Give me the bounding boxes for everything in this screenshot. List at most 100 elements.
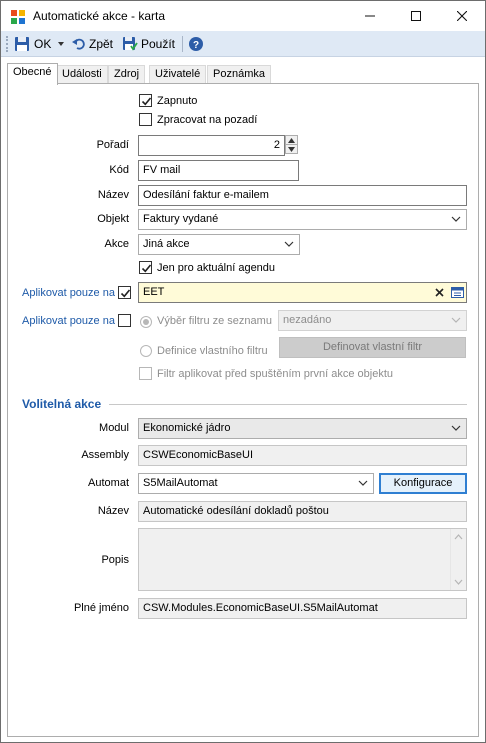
apply-only-filter-value: EET bbox=[143, 286, 165, 298]
apply-label: Použít bbox=[141, 37, 176, 51]
tab-uzivatele[interactable]: Uživatelé bbox=[149, 65, 207, 84]
checkmark-icon bbox=[120, 289, 131, 298]
description-label: Popis bbox=[101, 554, 129, 566]
chevron-down-icon bbox=[358, 480, 368, 486]
dropdown-arrow-icon[interactable] bbox=[57, 40, 65, 48]
minimize-icon bbox=[365, 15, 375, 17]
code-input[interactable]: FV mail bbox=[138, 160, 299, 181]
order-spinner[interactable] bbox=[285, 135, 298, 156]
automat-label: Automat bbox=[88, 477, 129, 489]
svg-text:?: ? bbox=[193, 40, 199, 51]
filter-list-label: Výběr filtru ze seznamu bbox=[157, 315, 272, 327]
chevron-down-icon bbox=[451, 425, 461, 431]
close-button[interactable] bbox=[439, 1, 485, 31]
minimize-button[interactable] bbox=[347, 1, 393, 31]
filter-before-checkbox[interactable] bbox=[139, 367, 152, 380]
name-input[interactable]: Odesílání faktur e-mailem bbox=[138, 185, 467, 206]
description-memo[interactable] bbox=[138, 528, 467, 591]
action-value: Jiná akce bbox=[143, 238, 190, 250]
save-icon bbox=[15, 37, 29, 51]
chevron-down-icon bbox=[451, 216, 461, 222]
section-divider bbox=[109, 404, 467, 405]
object-combo[interactable]: Faktury vydané bbox=[138, 209, 467, 230]
checkmark-icon bbox=[141, 97, 152, 106]
select-filter-button[interactable] bbox=[449, 284, 465, 300]
agenda-label: Jen pro aktuální agendu bbox=[157, 262, 276, 274]
custom-filter-label: Definice vlastního filtru bbox=[157, 345, 268, 357]
back-label: Zpět bbox=[89, 37, 114, 51]
module-combo[interactable]: Ekonomické jádro bbox=[138, 418, 467, 439]
close-icon bbox=[457, 11, 467, 21]
toolbar: OK Zpět Použít ? bbox=[1, 31, 485, 57]
filter-list-combo[interactable]: nezadáno bbox=[278, 310, 467, 331]
spin-up-icon bbox=[288, 137, 295, 143]
background-label: Zpracovat na pozadí bbox=[157, 114, 258, 126]
module-label: Modul bbox=[99, 422, 129, 434]
clear-icon bbox=[434, 287, 444, 297]
tab-zdroj[interactable]: Zdroj bbox=[108, 65, 146, 84]
fullname-field: CSW.Modules.EconomicBaseUI.S5MailAutomat bbox=[138, 598, 467, 619]
action-combo[interactable]: Jiná akce bbox=[138, 234, 300, 255]
app-icon bbox=[11, 10, 25, 24]
configuration-button[interactable]: Konfigurace bbox=[379, 473, 467, 494]
object-value: Faktury vydané bbox=[143, 213, 219, 225]
object-label: Objekt bbox=[97, 213, 129, 225]
order-input[interactable]: 2 bbox=[138, 135, 285, 156]
define-custom-filter-button[interactable]: Definovat vlastní filtr bbox=[279, 337, 466, 358]
agenda-checkbox[interactable] bbox=[139, 261, 152, 274]
back-button[interactable]: Zpět bbox=[72, 35, 113, 53]
assembly-field: CSWEconomicBaseUI bbox=[138, 445, 467, 466]
scroll-down-icon[interactable] bbox=[454, 579, 463, 585]
apply-button[interactable]: Použít bbox=[122, 35, 175, 53]
enabled-label: Zapnuto bbox=[157, 95, 198, 107]
maximize-icon bbox=[411, 11, 421, 21]
tab-udalosti[interactable]: Události bbox=[56, 65, 108, 84]
description-scrollbar[interactable] bbox=[450, 529, 466, 590]
filter-before-label: Filtr aplikovat před spuštěním první akc… bbox=[157, 368, 394, 380]
title-bar: Automatické akce - karta bbox=[1, 1, 485, 31]
help-button[interactable]: ? bbox=[188, 35, 204, 53]
enabled-checkbox[interactable] bbox=[139, 94, 152, 107]
help-icon: ? bbox=[189, 37, 203, 51]
apply-only-link-1[interactable]: Aplikovat pouze na bbox=[22, 287, 115, 299]
ok-label: OK bbox=[34, 37, 52, 51]
module-value: Ekonomické jádro bbox=[143, 422, 231, 434]
spin-down-button[interactable] bbox=[285, 144, 298, 154]
fullname-label: Plné jméno bbox=[73, 602, 129, 614]
code-label: Kód bbox=[109, 164, 129, 176]
ok-button[interactable]: OK bbox=[14, 35, 65, 53]
clear-filter-button[interactable] bbox=[431, 284, 447, 300]
radio-dot bbox=[143, 319, 149, 325]
automat-value: S5MailAutomat bbox=[143, 477, 218, 489]
apply-only-link-2[interactable]: Aplikovat pouze na bbox=[22, 315, 115, 327]
filter-list-value: nezadáno bbox=[283, 314, 332, 326]
spin-down-icon bbox=[288, 146, 295, 152]
background-checkbox[interactable] bbox=[139, 113, 152, 126]
name-label: Název bbox=[97, 189, 129, 201]
action-label: Akce bbox=[104, 238, 129, 250]
toolbar-grip[interactable] bbox=[6, 36, 9, 52]
list-select-icon bbox=[450, 286, 464, 298]
assembly-label: Assembly bbox=[81, 449, 129, 461]
scroll-up-icon[interactable] bbox=[454, 534, 463, 540]
chevron-down-icon bbox=[284, 241, 294, 247]
save-apply-icon bbox=[123, 37, 138, 51]
apply-only-checkbox-1[interactable] bbox=[118, 286, 131, 299]
undo-icon bbox=[72, 38, 85, 50]
filter-list-radio[interactable] bbox=[140, 316, 152, 328]
automat-name-field: Automatické odesílání dokladů poštou bbox=[138, 501, 467, 522]
automat-name-label: Název bbox=[97, 505, 129, 517]
tab-poznamka[interactable]: Poznámka bbox=[207, 65, 271, 84]
dialog-window: Automatické akce - karta OK Zpět Použít … bbox=[0, 0, 486, 743]
custom-filter-radio[interactable] bbox=[140, 345, 152, 357]
apply-only-filter-field[interactable]: EET bbox=[138, 282, 467, 303]
checkmark-icon bbox=[141, 264, 152, 273]
apply-only-checkbox-2[interactable] bbox=[118, 314, 131, 327]
toolbar-separator bbox=[182, 36, 183, 52]
tab-obecne[interactable]: Obecné bbox=[7, 63, 58, 85]
chevron-down-icon bbox=[451, 317, 461, 323]
automat-combo[interactable]: S5MailAutomat bbox=[138, 473, 374, 494]
maximize-button[interactable] bbox=[393, 1, 439, 31]
window-title: Automatické akce - karta bbox=[33, 9, 166, 23]
optional-action-title: Volitelná akce bbox=[22, 397, 102, 411]
